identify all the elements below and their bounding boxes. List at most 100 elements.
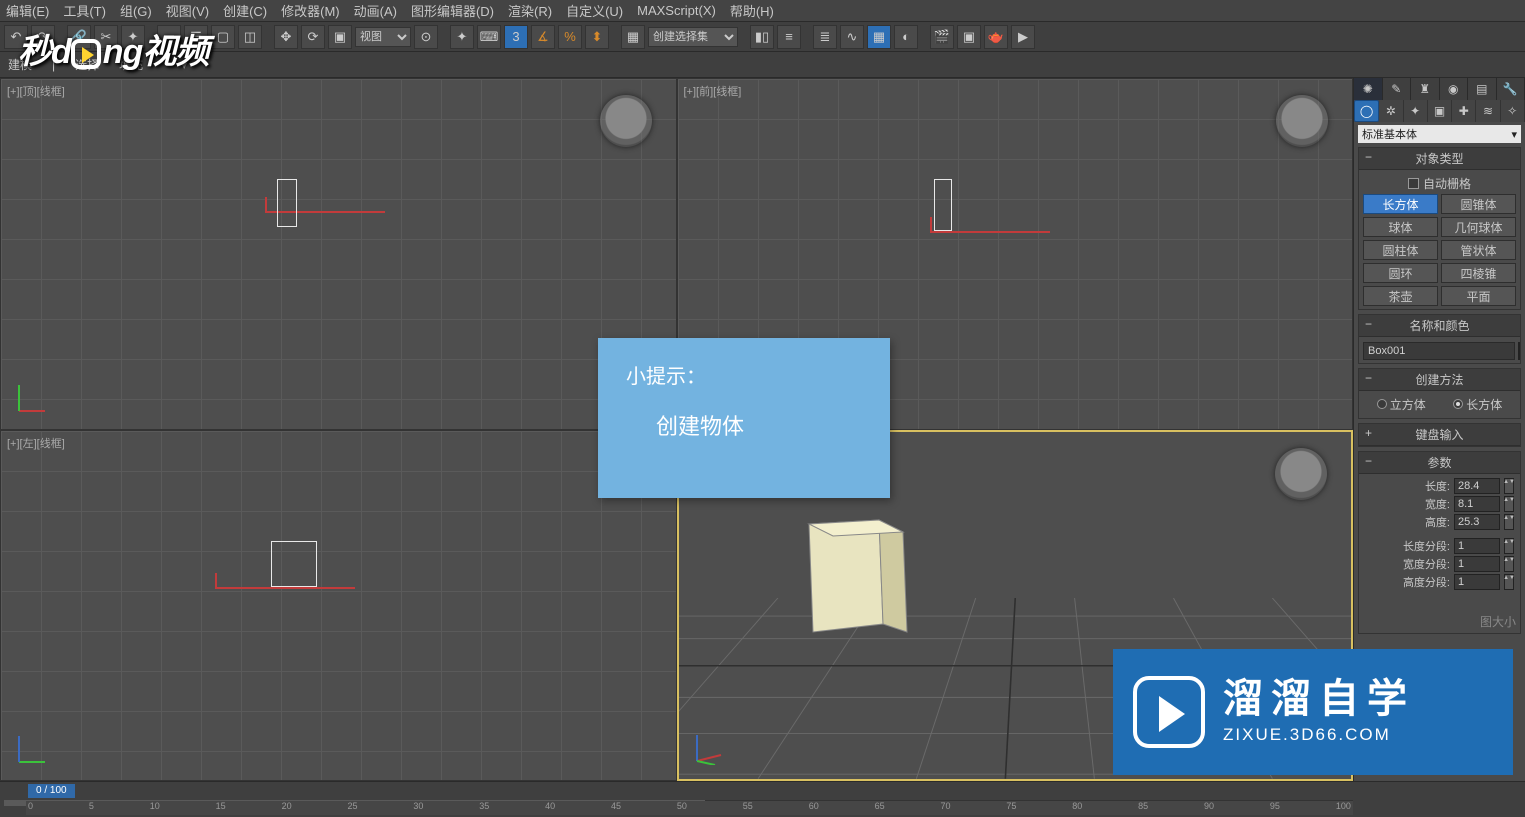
watermark-zixue-title: 溜溜自学 <box>1223 679 1415 719</box>
snap-toggle-button[interactable]: 3 <box>504 25 528 49</box>
render-production-button[interactable]: 🫖 <box>984 25 1008 49</box>
axis-gizmo-icon <box>693 729 729 765</box>
object-name-input[interactable] <box>1363 342 1515 360</box>
length-segs-spinner[interactable]: 1 <box>1454 538 1500 554</box>
menu-maxscript[interactable]: MAXScript(X) <box>637 3 716 18</box>
height-segs-arrows[interactable]: ▲▼ <box>1504 574 1514 590</box>
width-spinner[interactable]: 8.1 <box>1454 496 1500 512</box>
height-segs-spinner[interactable]: 1 <box>1454 574 1500 590</box>
prim-tube-button[interactable]: 管状体 <box>1441 240 1516 260</box>
named-selset-dropdown[interactable]: 创建选择集 <box>648 27 738 47</box>
prim-box-button[interactable]: 长方体 <box>1363 194 1438 214</box>
prim-torus-button[interactable]: 圆环 <box>1363 263 1438 283</box>
spinner-snap-button[interactable]: ⬍ <box>585 25 609 49</box>
keyboard-shortcut-button[interactable]: ⌨ <box>477 25 501 49</box>
box-mesh[interactable] <box>799 504 919 654</box>
prim-teapot-button[interactable]: 茶壶 <box>1363 286 1438 306</box>
menu-grapheditors[interactable]: 图形编辑器(D) <box>411 1 494 20</box>
percent-snap-button[interactable]: % <box>558 25 582 49</box>
menu-tools[interactable]: 工具(T) <box>63 1 106 20</box>
schematic-view-button[interactable]: ▦ <box>867 25 891 49</box>
width-spinner-arrows[interactable]: ▲▼ <box>1504 496 1514 512</box>
menu-create[interactable]: 创建(C) <box>223 1 267 20</box>
height-spinner-arrows[interactable]: ▲▼ <box>1504 514 1514 530</box>
object-color-swatch[interactable] <box>1518 342 1520 360</box>
width-segs-arrows[interactable]: ▲▼ <box>1504 556 1514 572</box>
menu-views[interactable]: 视图(V) <box>166 1 209 20</box>
tab-hierarchy[interactable]: ♜ <box>1411 78 1440 100</box>
move-button[interactable]: ✥ <box>274 25 298 49</box>
menu-help[interactable]: 帮助(H) <box>730 1 774 20</box>
prim-plane-button[interactable]: 平面 <box>1441 286 1516 306</box>
pivot-button[interactable]: ⊙ <box>414 25 438 49</box>
radio-cube[interactable] <box>1377 399 1387 409</box>
viewport-left[interactable]: [+][左][线框] <box>0 430 677 782</box>
menu-animation[interactable]: 动画(A) <box>354 1 397 20</box>
menu-render[interactable]: 渲染(R) <box>508 1 552 20</box>
tab-modify[interactable]: ✎ <box>1383 78 1412 100</box>
render-iterative-button[interactable]: ▶ <box>1011 25 1035 49</box>
viewcube-persp[interactable] <box>1275 448 1327 500</box>
rendered-frame-button[interactable]: ▣ <box>957 25 981 49</box>
prim-cylinder-button[interactable]: 圆柱体 <box>1363 240 1438 260</box>
manipulate-button[interactable]: ✦ <box>450 25 474 49</box>
cat-geometry[interactable]: ◯ <box>1354 100 1379 122</box>
map-size-label: 图大小 <box>1363 613 1516 630</box>
autogrid-checkbox[interactable] <box>1408 178 1419 189</box>
curve-editor-button[interactable]: ∿ <box>840 25 864 49</box>
rollout-object-type: −对象类型 自动栅格 长方体 圆锥体 球体 几何球体 圆柱体 管状体 圆环 四棱… <box>1358 147 1521 310</box>
mirror-button[interactable]: ▮▯ <box>750 25 774 49</box>
viewcube-front[interactable] <box>1276 95 1328 147</box>
menu-customize[interactable]: 自定义(U) <box>566 1 623 20</box>
cat-systems[interactable]: ✧ <box>1501 100 1525 122</box>
primitive-set-dropdown[interactable]: 标准基本体▾ <box>1358 125 1521 143</box>
select-region-button[interactable]: ▢ <box>211 25 235 49</box>
time-ruler[interactable]: 0510 152025 303540 455055 606570 758085 … <box>26 801 1353 815</box>
window-crossing-button[interactable]: ◫ <box>238 25 262 49</box>
cat-cameras[interactable]: ▣ <box>1428 100 1452 122</box>
align-button[interactable]: ≡ <box>777 25 801 49</box>
prim-pyramid-button[interactable]: 四棱锥 <box>1441 263 1516 283</box>
tab-motion[interactable]: ◉ <box>1440 78 1469 100</box>
angle-snap-button[interactable]: ∡ <box>531 25 555 49</box>
menu-modifiers[interactable]: 修改器(M) <box>281 1 340 20</box>
frame-indicator[interactable]: 0 / 100 <box>28 784 75 798</box>
material-editor-button[interactable]: ◐ <box>894 25 918 49</box>
ref-coord-dropdown[interactable]: 视图 <box>355 27 411 47</box>
menu-edit[interactable]: 编辑(E) <box>6 1 49 20</box>
cat-lights[interactable]: ✦ <box>1404 100 1428 122</box>
tip-overlay: 小提示： 创建物体 <box>598 338 890 498</box>
prim-geosphere-button[interactable]: 几何球体 <box>1441 217 1516 237</box>
tip-title: 小提示： <box>626 360 862 389</box>
length-spinner-arrows[interactable]: ▲▼ <box>1504 478 1514 494</box>
named-selection-button[interactable]: ▦ <box>621 25 645 49</box>
length-spinner[interactable]: 28.4 <box>1454 478 1500 494</box>
scale-button[interactable]: ▣ <box>328 25 352 49</box>
tab-display[interactable]: ▤ <box>1468 78 1497 100</box>
menu-group[interactable]: 组(G) <box>120 1 152 20</box>
length-segs-arrows[interactable]: ▲▼ <box>1504 538 1514 554</box>
rollout-creation-method: −创建方法 立方体 长方体 <box>1358 368 1521 419</box>
width-segs-spinner[interactable]: 1 <box>1454 556 1500 572</box>
viewport-top[interactable]: [+][顶][线框] <box>0 78 677 430</box>
cat-shapes[interactable]: ✲ <box>1379 100 1403 122</box>
prim-sphere-button[interactable]: 球体 <box>1363 217 1438 237</box>
height-spinner[interactable]: 25.3 <box>1454 514 1500 530</box>
layers-button[interactable]: ≣ <box>813 25 837 49</box>
rollout-object-type-title: 对象类型 <box>1415 152 1463 166</box>
status-bar: 0 / 100 0510 152025 303540 455055 606570… <box>0 781 1525 817</box>
cat-spacewarps[interactable]: ≋ <box>1476 100 1500 122</box>
radio-box[interactable] <box>1453 399 1463 409</box>
rotate-button[interactable]: ⟳ <box>301 25 325 49</box>
prim-cone-button[interactable]: 圆锥体 <box>1441 194 1516 214</box>
rollout-creation-method-title: 创建方法 <box>1415 373 1463 387</box>
render-setup-button[interactable]: 🎬 <box>930 25 954 49</box>
tab-utilities[interactable]: 🔧 <box>1497 78 1525 100</box>
cat-helpers[interactable]: ✚ <box>1452 100 1476 122</box>
rollout-keyboard-entry: +键盘输入 <box>1358 423 1521 447</box>
tab-create[interactable]: ✺ <box>1354 78 1383 100</box>
rollout-parameters: −参数 长度:28.4▲▼ 宽度:8.1▲▼ 高度:25.3▲▼ 长度分段:1▲… <box>1358 451 1521 634</box>
viewport-front-label: [+][前][线框] <box>684 83 742 99</box>
viewcube-top[interactable] <box>600 95 652 147</box>
ribbon-bar: 建模 | 选择 填充 ▾ <box>0 52 1525 78</box>
